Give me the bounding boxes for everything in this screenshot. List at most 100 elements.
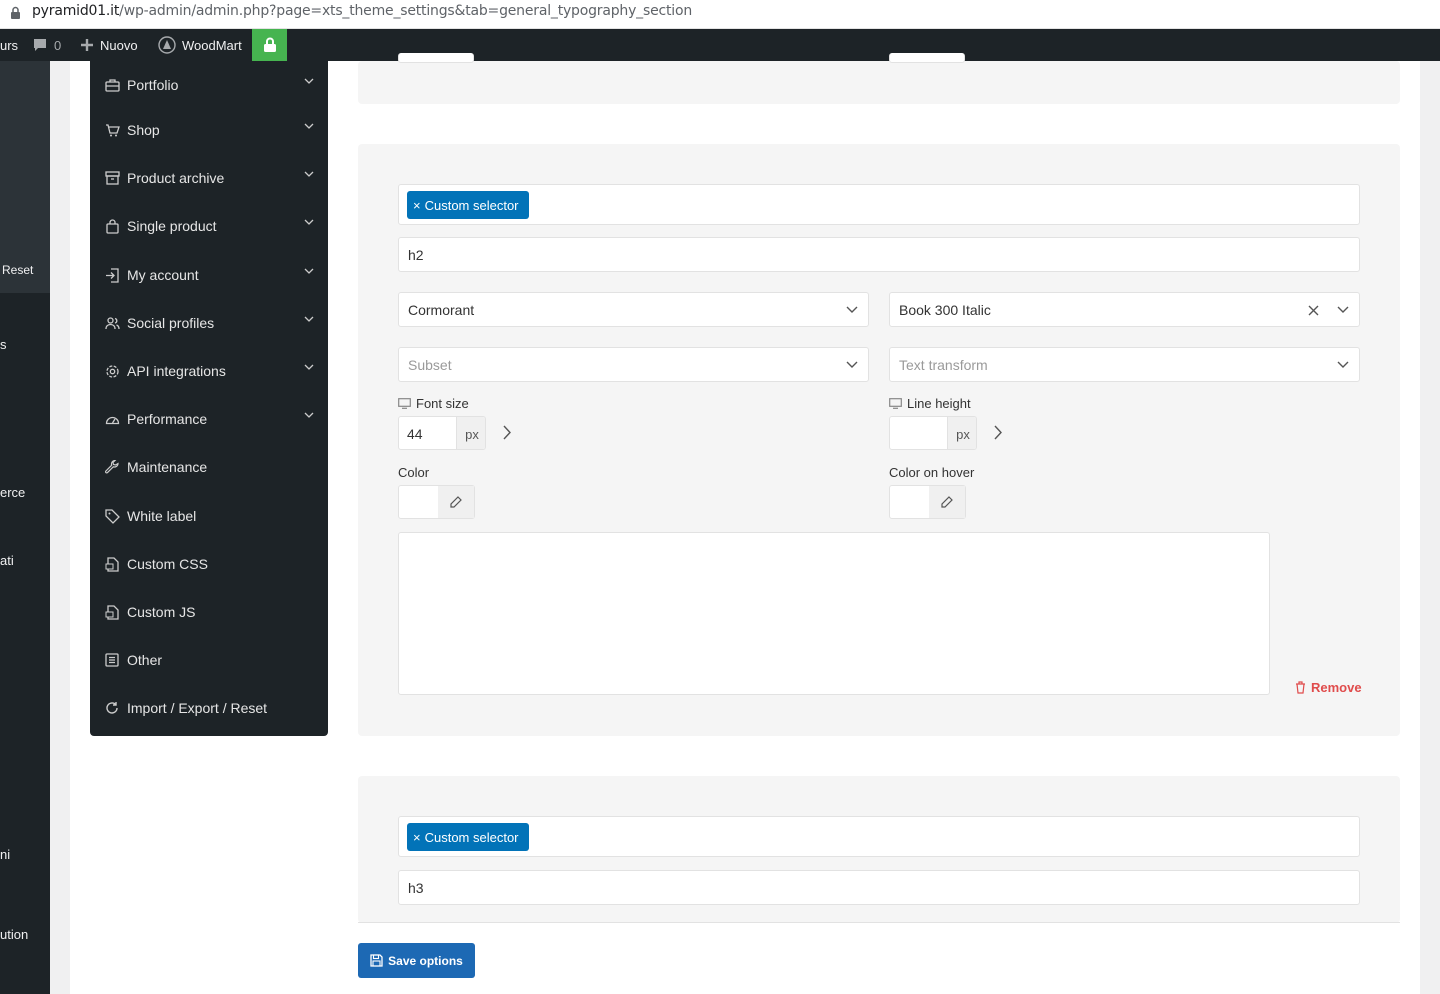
- wp-menu-active-section: [0, 61, 50, 293]
- nav-item-label: Single product: [127, 218, 217, 234]
- url-path: /wp-admin/admin.php?page=xts_theme_setti…: [119, 3, 693, 19]
- desktop-icon[interactable]: [398, 398, 411, 409]
- wp-menu-item[interactable]: erce: [0, 485, 25, 500]
- font-weight-select[interactable]: Book 300 Italic: [889, 292, 1360, 327]
- typography-block-h3: × Custom selector h3: [358, 776, 1400, 923]
- nav-item-label: Custom JS: [127, 604, 196, 620]
- woodmart-logo-icon: [158, 36, 176, 54]
- theme-settings-nav: Portfolio Shop Product archive Single pr…: [90, 61, 328, 736]
- font-family-select[interactable]: Cormorant: [398, 292, 869, 327]
- color-hover-picker[interactable]: [889, 485, 966, 519]
- refresh-icon: [104, 700, 120, 716]
- nav-item-performance[interactable]: Performance: [90, 395, 328, 443]
- nav-item-single-product[interactable]: Single product: [90, 202, 328, 250]
- wrench-icon: [104, 459, 120, 475]
- nav-item-label: My account: [127, 267, 199, 283]
- subset-select[interactable]: Subset: [398, 347, 869, 382]
- nav-item-label: Maintenance: [127, 459, 208, 475]
- nav-item-white-label[interactable]: White label: [90, 492, 328, 540]
- desktop-icon[interactable]: [889, 398, 902, 409]
- nav-item-api-integrations[interactable]: API integrations: [90, 347, 328, 395]
- line-height-label-text: Line height: [907, 396, 971, 411]
- nav-item-label: White label: [127, 508, 197, 524]
- woodmart-link[interactable]: WoodMart: [158, 29, 242, 61]
- comment-icon: [34, 39, 46, 51]
- save-options-button[interactable]: Save options: [358, 943, 475, 978]
- nav-item-portfolio[interactable]: Portfolio: [90, 61, 328, 109]
- font-size-label: Font size: [398, 396, 469, 411]
- nav-item-custom-js[interactable]: Custom JS: [90, 588, 328, 636]
- chevron-down-icon: [304, 219, 314, 225]
- divider: [358, 922, 1400, 923]
- chevron-down-icon: [1337, 361, 1349, 368]
- remove-button[interactable]: Remove: [1295, 680, 1362, 695]
- nav-item-shop[interactable]: Shop: [90, 106, 328, 154]
- bag-icon: [104, 218, 120, 234]
- security-lock-button[interactable]: [252, 29, 287, 61]
- comments-link[interactable]: 0: [32, 29, 61, 61]
- chevron-down-icon: [846, 361, 858, 368]
- comments-count: 0: [54, 37, 62, 53]
- nav-item-label: Import / Export / Reset: [127, 700, 268, 716]
- nav-item-label: Other: [127, 652, 163, 668]
- line-height-input[interactable]: px: [889, 416, 977, 450]
- nav-item-product-archive[interactable]: Product archive: [90, 154, 328, 202]
- nav-item-label: Portfolio: [127, 77, 179, 93]
- js-file-icon: [104, 604, 120, 620]
- nav-item-my-account[interactable]: My account: [90, 251, 328, 299]
- eyedropper-icon[interactable]: [929, 486, 965, 518]
- admin-bar-partial-item[interactable]: urs: [0, 29, 18, 61]
- nav-item-custom-css[interactable]: Custom CSS: [90, 540, 328, 588]
- custom-selector-input[interactable]: h2: [398, 237, 1360, 272]
- users-icon: [104, 315, 120, 331]
- line-height-unit[interactable]: px: [947, 417, 976, 449]
- wp-menu-item[interactable]: s: [0, 337, 7, 352]
- nav-item-import-export-reset[interactable]: Import / Export / Reset: [90, 684, 328, 732]
- selector-multiselect[interactable]: × Custom selector: [398, 184, 1360, 225]
- woodmart-label: WoodMart: [182, 37, 242, 53]
- new-content-link[interactable]: Nuovo: [80, 29, 138, 61]
- remove-tag-icon[interactable]: ×: [413, 198, 421, 213]
- archive-icon: [104, 170, 120, 186]
- wp-menu-item-reset[interactable]: Reset: [2, 263, 33, 277]
- font-size-input[interactable]: 44 px: [398, 416, 486, 450]
- remove-tag-icon[interactable]: ×: [413, 830, 421, 845]
- font-size-unit[interactable]: px: [456, 417, 485, 449]
- nav-item-label: Product archive: [127, 170, 225, 186]
- chevron-right-icon[interactable]: [994, 425, 1003, 440]
- nav-item-maintenance[interactable]: Maintenance: [90, 443, 328, 491]
- color-label: Color: [398, 465, 430, 480]
- selector-multiselect[interactable]: × Custom selector: [398, 816, 1360, 857]
- preview-area: [398, 532, 1270, 695]
- chevron-down-icon: [304, 364, 314, 370]
- wp-menu-item[interactable]: ution: [0, 927, 28, 942]
- chevron-down-icon: [1337, 306, 1349, 313]
- url-host: pyramid01.it: [32, 3, 120, 19]
- selector-tag[interactable]: × Custom selector: [407, 823, 529, 851]
- login-icon: [104, 267, 120, 283]
- selector-tag-label: Custom selector: [424, 829, 519, 845]
- nav-item-label: Social profiles: [127, 315, 215, 331]
- color-picker[interactable]: [398, 485, 475, 519]
- selector-tag-label: Custom selector: [424, 197, 519, 213]
- eyedropper-icon[interactable]: [438, 486, 474, 518]
- url-text[interactable]: pyramid01.it/wp-admin/admin.php?page=xts…: [32, 3, 692, 19]
- cart-icon: [104, 122, 120, 138]
- chevron-right-icon[interactable]: [503, 425, 512, 440]
- nav-item-other[interactable]: Other: [90, 636, 328, 684]
- text-transform-select[interactable]: Text transform: [889, 347, 1360, 382]
- custom-selector-input[interactable]: h3: [398, 870, 1360, 905]
- browser-url-bar[interactable]: pyramid01.it/wp-admin/admin.php?page=xts…: [0, 0, 1440, 29]
- clear-icon[interactable]: [1308, 305, 1319, 316]
- briefcase-icon: [104, 77, 120, 93]
- sliders-icon: [104, 652, 120, 668]
- nav-item-social-profiles[interactable]: Social profiles: [90, 299, 328, 347]
- wp-menu-item[interactable]: ni: [0, 847, 10, 862]
- selector-tag[interactable]: × Custom selector: [407, 191, 529, 219]
- previous-field: [889, 53, 965, 63]
- font-weight-value: Book 300 Italic: [899, 302, 991, 318]
- nav-item-label: Performance: [127, 411, 208, 427]
- typography-block-previous: [358, 53, 1400, 104]
- wp-menu-item[interactable]: ati: [0, 553, 14, 568]
- tag-icon: [104, 508, 120, 524]
